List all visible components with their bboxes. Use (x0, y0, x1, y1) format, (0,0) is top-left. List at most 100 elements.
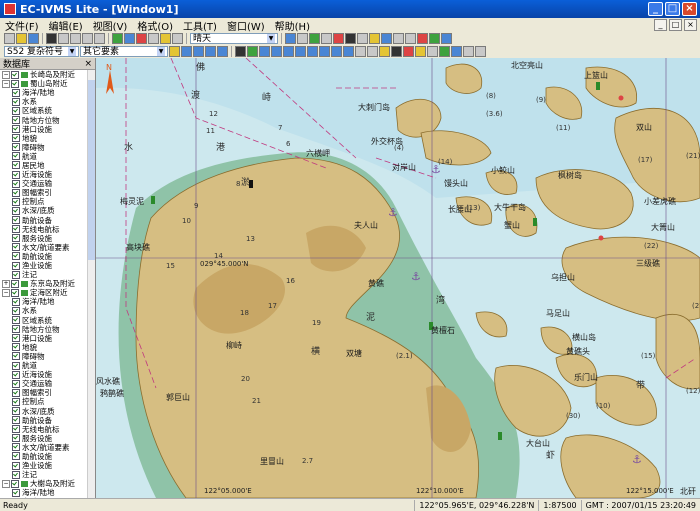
tree-item[interactable]: 无线电航标 (0, 225, 95, 234)
tree-item[interactable]: 障碍物 (0, 352, 95, 361)
feature-select[interactable]: 其它要素 ▼ (80, 46, 168, 57)
tree-item[interactable]: 交通运输 (0, 179, 95, 188)
zoom-in-icon[interactable] (181, 46, 192, 57)
tree-item[interactable]: 居民地 (0, 161, 95, 170)
tree-item[interactable]: 航道 (0, 152, 95, 161)
play-icon[interactable] (429, 33, 440, 44)
layer-checkbox[interactable] (12, 262, 20, 270)
menu-file[interactable]: 文件(F) (0, 18, 44, 33)
arrow-left-icon[interactable] (331, 46, 342, 57)
layer-checkbox[interactable] (12, 125, 20, 133)
alarm-icon[interactable] (136, 33, 147, 44)
help-icon[interactable] (441, 33, 452, 44)
tree-item[interactable]: 助航设备 (0, 216, 95, 225)
paste-icon[interactable] (94, 33, 105, 44)
layer-checkbox[interactable] (12, 243, 20, 251)
tree-item[interactable]: −定海区附近 (0, 288, 95, 297)
collapse-icon[interactable]: − (2, 480, 10, 488)
layer-checkbox[interactable] (12, 207, 20, 215)
layer-checkbox[interactable] (11, 280, 19, 288)
tree-item[interactable]: 海洋/陆地 (0, 88, 95, 97)
tree-item[interactable]: 陆地方位物 (0, 115, 95, 124)
pen-icon[interactable] (297, 33, 308, 44)
layer-checkbox[interactable] (11, 289, 19, 297)
panel-close-button[interactable]: × (84, 59, 92, 69)
layer-checkbox[interactable] (12, 398, 20, 406)
doc-close-button[interactable]: × (684, 19, 697, 31)
layer-checkbox[interactable] (12, 189, 20, 197)
zoom-icon[interactable] (259, 46, 270, 57)
layer-checkbox[interactable] (12, 371, 20, 379)
day-mode-icon[interactable] (379, 46, 390, 57)
collapse-icon[interactable]: − (2, 289, 10, 297)
ship-icon[interactable] (309, 33, 320, 44)
layer-checkbox[interactable] (12, 334, 20, 342)
collapse-icon[interactable]: − (2, 71, 10, 79)
zoom-out-icon[interactable] (193, 46, 204, 57)
layer-checkbox[interactable] (12, 143, 20, 151)
zoom-all-icon[interactable] (295, 46, 306, 57)
crosshair-icon[interactable] (235, 46, 246, 57)
legend-icon[interactable] (475, 46, 486, 57)
layer-checkbox[interactable] (12, 489, 20, 497)
arrow-down-icon[interactable] (319, 46, 330, 57)
copy-icon[interactable] (82, 33, 93, 44)
route-icon[interactable] (124, 33, 135, 44)
doc-minimize-button[interactable]: _ (654, 19, 667, 31)
layer-checkbox[interactable] (12, 407, 20, 415)
layer-checkbox[interactable] (12, 171, 20, 179)
tree-item[interactable]: 海洋/陆地 (0, 297, 95, 306)
menu-edit[interactable]: 编辑(E) (44, 18, 88, 33)
scan-icon[interactable] (381, 33, 392, 44)
layer-checkbox[interactable] (12, 425, 20, 433)
minimize-button[interactable]: _ (648, 2, 663, 16)
tree-item[interactable]: 水文/航道要素 (0, 443, 95, 452)
layer-checkbox[interactable] (12, 389, 20, 397)
position-icon[interactable] (403, 46, 414, 57)
night-mode-icon[interactable] (391, 46, 402, 57)
cursor-icon[interactable] (285, 33, 296, 44)
tree-item[interactable]: 水深/底质 (0, 206, 95, 215)
tree-item[interactable]: 区域系统 (0, 106, 95, 115)
north-up-icon[interactable] (355, 46, 366, 57)
layer-checkbox[interactable] (11, 480, 19, 488)
layer-checkbox[interactable] (12, 416, 20, 424)
measure-icon[interactable] (172, 33, 183, 44)
zoom-prev-icon[interactable] (271, 46, 282, 57)
chart-view[interactable]: ⚓ ⚓ ⚓ ⚓ N 北空亮山上篮山双山大刺门岛外交杯岛对岸山六横岬小鲛山馒头山长… (96, 58, 700, 498)
nautical-chart[interactable]: ⚓ ⚓ ⚓ ⚓ N 北空亮山上篮山双山大刺门岛外交杯岛对岸山六横岬小鲛山馒头山长… (96, 58, 700, 498)
layer-checkbox[interactable] (11, 71, 19, 79)
tree-item[interactable]: 地貌 (0, 134, 95, 143)
table-icon[interactable] (463, 46, 474, 57)
tree-item[interactable]: 交通运输 (0, 379, 95, 388)
menu-view[interactable]: 视图(V) (88, 18, 133, 33)
save-icon[interactable] (28, 33, 39, 44)
rotate-icon[interactable] (367, 46, 378, 57)
tree-item[interactable]: 海洋/陆地 (0, 488, 95, 497)
light-icon[interactable] (160, 33, 171, 44)
layer-checkbox[interactable] (12, 116, 20, 124)
menu-window[interactable]: 窗口(W) (222, 18, 270, 33)
tree-item[interactable]: 港口设施 (0, 334, 95, 343)
tree-item[interactable]: 近海设施 (0, 170, 95, 179)
tree-item[interactable]: 水深/底质 (0, 406, 95, 415)
layer-checkbox[interactable] (12, 252, 20, 260)
tree-item[interactable]: 图幅索引 (0, 188, 95, 197)
menu-format[interactable]: 格式(O) (132, 18, 178, 33)
symbol-select[interactable]: S52 复杂符号 ▼ (4, 46, 79, 57)
tree-item[interactable]: 注记 (0, 470, 95, 479)
zoom-fit-icon[interactable] (217, 46, 228, 57)
weather-select[interactable]: 晴天 ▼ (190, 33, 278, 44)
tree-item[interactable]: +东京岛及附近 (0, 279, 95, 288)
stop-icon[interactable] (417, 33, 428, 44)
zoom-next-icon[interactable] (283, 46, 294, 57)
depth-icon[interactable] (439, 46, 450, 57)
menu-help[interactable]: 帮助(H) (270, 18, 315, 33)
tree-item[interactable]: 渔业设施 (0, 461, 95, 470)
layer-checkbox[interactable] (12, 234, 20, 242)
tree-scrollbar[interactable] (87, 70, 95, 498)
filter-icon[interactable] (357, 33, 368, 44)
pan-icon[interactable] (247, 46, 258, 57)
layer-icon[interactable] (112, 33, 123, 44)
layer-checkbox[interactable] (12, 271, 20, 279)
